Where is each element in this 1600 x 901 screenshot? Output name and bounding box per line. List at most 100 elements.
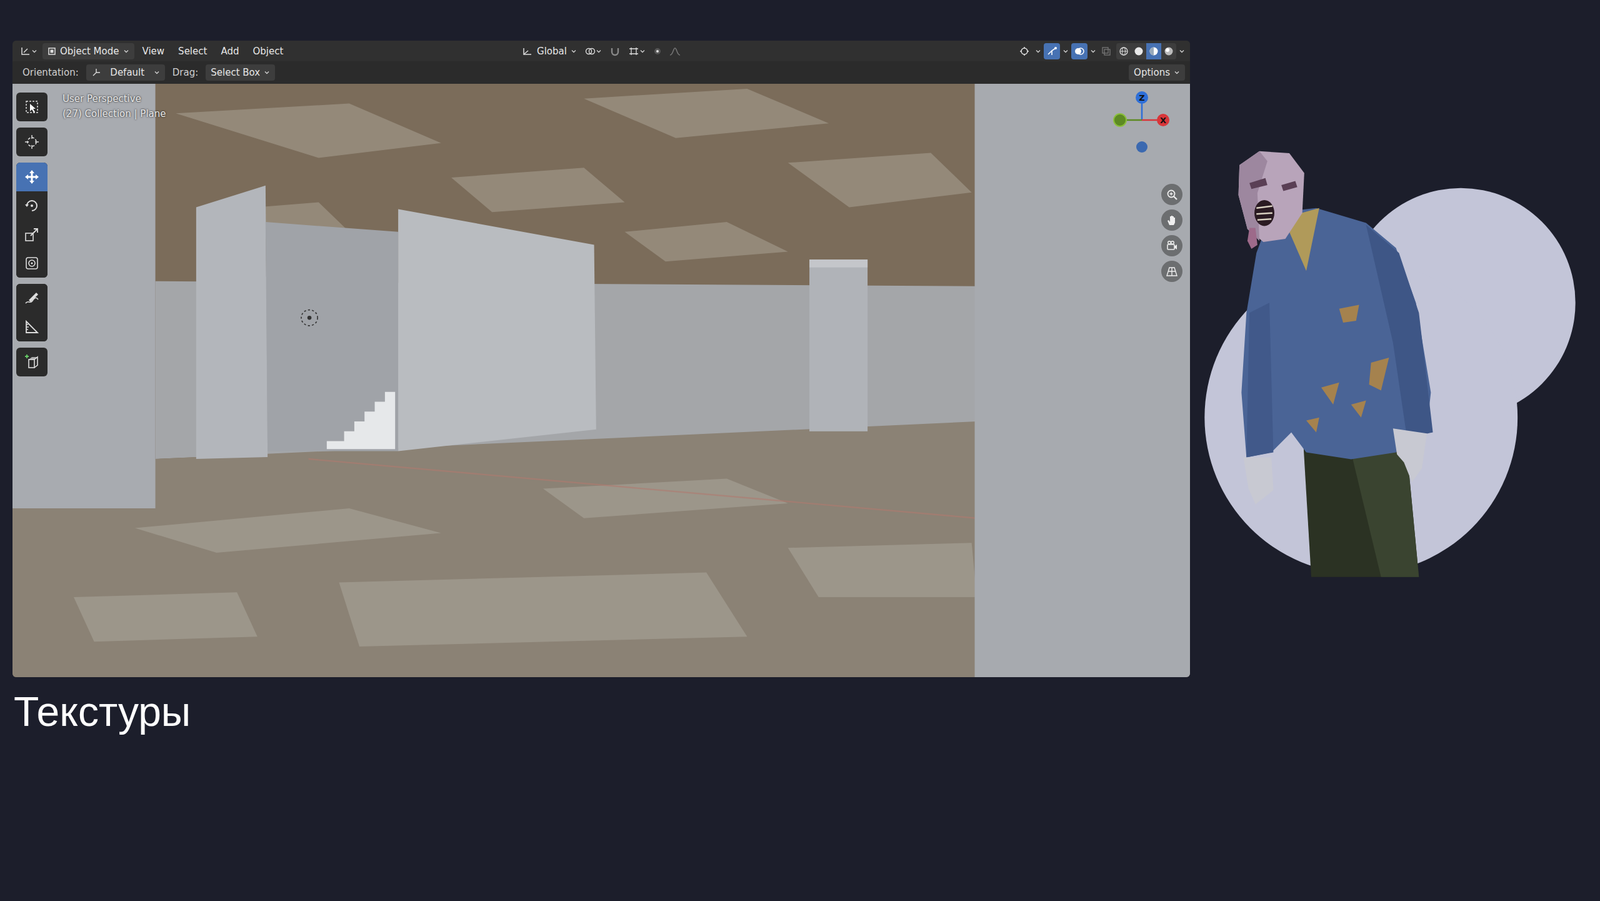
- orientation-axes-icon: [521, 46, 534, 57]
- transform-orientation-label: Global: [536, 45, 567, 57]
- drag-label: Drag:: [167, 66, 204, 79]
- viewport-toggle[interactable]: [1043, 43, 1060, 60]
- xray-icon: [1101, 46, 1112, 57]
- material-shading-icon: [1148, 46, 1159, 57]
- tool-group: [16, 127, 48, 157]
- drag-value: Select Box: [210, 66, 260, 79]
- tool-button[interactable]: [16, 283, 48, 313]
- select-box-icon: [23, 98, 41, 116]
- navigation-button[interactable]: [1161, 183, 1183, 205]
- shading-mode-button[interactable]: [1146, 43, 1162, 60]
- editor-type-button[interactable]: [17, 43, 40, 60]
- shading-switcher: [1116, 43, 1177, 60]
- add-cube-icon: [23, 353, 41, 371]
- grid-axes-icon: [20, 46, 32, 57]
- overlays-icon: [1073, 46, 1085, 57]
- shading-mode-button[interactable]: [1131, 43, 1147, 60]
- gizmo-icon: [1046, 46, 1058, 57]
- proportional-edit-toggle[interactable]: [650, 43, 665, 60]
- chevron-icon: [1173, 69, 1180, 76]
- tool-button[interactable]: [16, 312, 48, 342]
- context-row: (27) Collection | Plane: [62, 106, 166, 122]
- visibility-icon: [1018, 46, 1030, 57]
- 3d-viewport[interactable]: User Perspective (27) Collection | Plane Z…: [12, 83, 1190, 677]
- chevron-icon: [1035, 48, 1042, 55]
- drag-dropdown[interactable]: Select Box: [205, 64, 275, 81]
- menu-item[interactable]: Object: [246, 43, 289, 59]
- chevron-icon: [31, 48, 38, 55]
- hand-icon: [1165, 213, 1179, 227]
- navigation-gizmo[interactable]: ZX: [1107, 88, 1177, 158]
- view-name: User Perspective: [62, 93, 142, 105]
- slide-caption: Текстуры: [12, 686, 1600, 737]
- mode-dropdown[interactable]: Object Mode: [42, 43, 135, 60]
- chevron-icon: [123, 48, 130, 55]
- header-center: Global: [519, 43, 684, 60]
- axis-bubble[interactable]: [1156, 113, 1170, 127]
- zoom-icon: [1165, 188, 1179, 201]
- orientation-dropdown[interactable]: Default: [86, 64, 165, 81]
- view-name-row: User Perspective: [62, 91, 166, 107]
- xray-toggle[interactable]: [1098, 43, 1114, 60]
- snap-toggle[interactable]: [606, 43, 624, 60]
- measure-icon: [23, 318, 41, 336]
- solid-shading-icon: [1133, 46, 1144, 57]
- move-icon: [23, 168, 41, 186]
- pivot-dropdown[interactable]: [581, 43, 605, 60]
- chevron-icon: [1178, 48, 1185, 55]
- viewport-toggle[interactable]: [1071, 43, 1088, 60]
- navigation-button[interactable]: [1161, 235, 1183, 257]
- transform-orientation-dropdown[interactable]: Global: [519, 43, 580, 60]
- tool-group: [16, 347, 48, 377]
- navigation-button[interactable]: [1161, 209, 1183, 231]
- tool-button[interactable]: [16, 127, 48, 157]
- menu-item[interactable]: Select: [172, 43, 213, 59]
- chevron-icon: [153, 69, 160, 76]
- chevron-icon: [1062, 48, 1069, 55]
- viewport-header: Object Mode ViewSelectAddObject Global: [12, 40, 1190, 62]
- slide-top-row: Object ModeViewSelectAddObjectGlobalOrie…: [12, 40, 1600, 677]
- tool-group: [16, 92, 48, 122]
- menu-item[interactable]: View: [136, 43, 171, 59]
- tool-button[interactable]: [16, 347, 48, 377]
- chevron-icon: [570, 48, 577, 55]
- wireframe-shading-icon: [1118, 46, 1129, 57]
- falloff-curve-icon: [669, 46, 681, 56]
- chevron-icon: [1090, 48, 1097, 55]
- header-left: Object Mode ViewSelectAddObject: [17, 43, 520, 60]
- navigation-button[interactable]: [1161, 260, 1183, 282]
- axis-bubble[interactable]: [1135, 91, 1149, 104]
- menu-item[interactable]: Add: [215, 43, 245, 59]
- snap-target-dropdown[interactable]: [625, 43, 649, 60]
- perspective-grid-icon: [1165, 265, 1179, 278]
- chevron-icon: [639, 48, 646, 55]
- active-context: (27) Collection | Plane: [62, 108, 166, 120]
- falloff-dropdown[interactable]: [666, 43, 684, 60]
- options-label: Options: [1133, 66, 1170, 79]
- tool-header: Orientation:DefaultDrag:Select BoxOption…: [12, 61, 1190, 84]
- viewport-scene[interactable]: [12, 83, 1190, 677]
- tool-button[interactable]: [16, 92, 48, 122]
- tool-group: [16, 162, 48, 278]
- object-mode-icon: [47, 46, 57, 56]
- axis-label: X: [1160, 115, 1167, 125]
- tool-button[interactable]: [16, 191, 48, 220]
- chevron-icon: [263, 69, 270, 76]
- pivot-icon: [584, 46, 596, 57]
- chevron-icon: [595, 48, 602, 55]
- axis-label: Z: [1138, 93, 1145, 103]
- rotate-icon: [23, 196, 41, 215]
- mode-label: Object Mode: [60, 45, 120, 57]
- tool-button[interactable]: [16, 220, 48, 249]
- orientation-gizmo-icon: [91, 67, 102, 78]
- header-right: [683, 43, 1185, 60]
- rendered-shading-icon: [1163, 46, 1174, 57]
- tool-button[interactable]: [16, 248, 48, 278]
- shading-mode-button[interactable]: [1116, 43, 1132, 60]
- options-dropdown[interactable]: Options: [1128, 64, 1185, 81]
- camera-icon: [1165, 239, 1179, 252]
- scale-icon: [23, 225, 41, 244]
- viewport-toggle[interactable]: [1016, 43, 1033, 60]
- tool-button[interactable]: [16, 162, 48, 192]
- shading-mode-button[interactable]: [1161, 43, 1177, 60]
